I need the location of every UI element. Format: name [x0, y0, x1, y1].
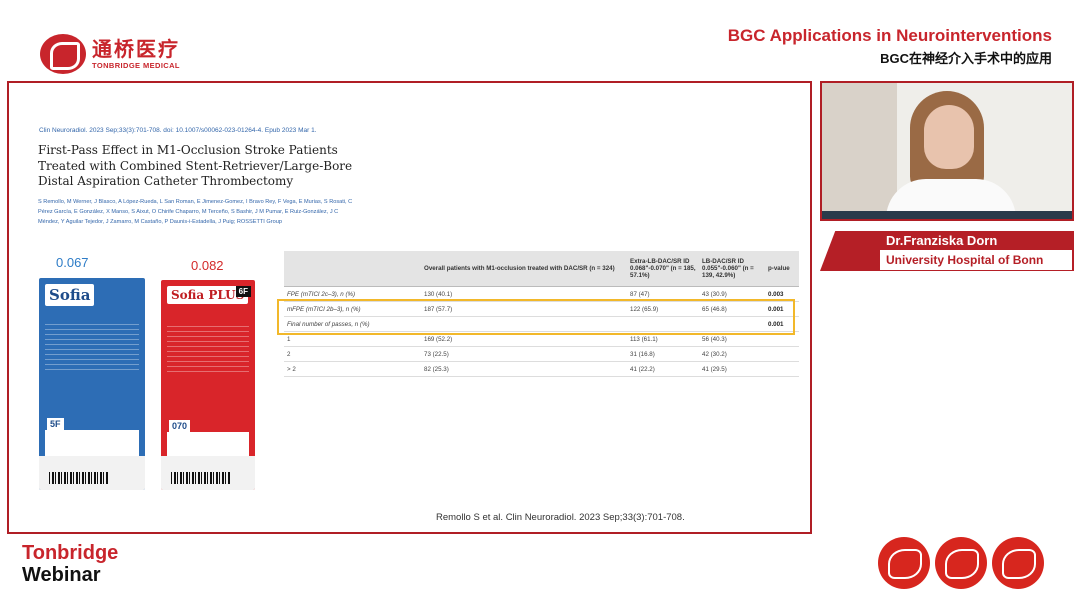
footer-brand-line1: Tonbridge: [22, 542, 119, 564]
table-cell: 130 (40.1): [424, 290, 453, 298]
price-blue: 0.067: [56, 255, 89, 270]
logo-cn: 通桥医疗: [92, 38, 180, 61]
product-tag: 6F: [235, 286, 251, 297]
taskbar: [822, 211, 1072, 219]
label-text-block: [45, 324, 139, 374]
table-cell: > 2: [287, 365, 296, 373]
table-header-cell: p-value: [768, 265, 790, 272]
table-cell: 41 (22.2): [630, 365, 655, 373]
product-size: 070: [169, 420, 191, 432]
speaker-name: Dr.Franziska Dorn: [886, 233, 998, 248]
table-cell: 73 (22.5): [424, 350, 449, 358]
product-badge-icon: [878, 537, 930, 589]
speaker-video: [820, 81, 1074, 221]
webinar-frame: 通桥医疗 TONBRIDGE MEDICAL BGC Applications …: [0, 0, 1080, 607]
price-red: 0.082: [191, 258, 224, 273]
logo-text: 通桥医疗 TONBRIDGE MEDICAL: [92, 39, 180, 70]
table-cell: 1: [287, 335, 291, 343]
speaker-affiliation: University Hospital of Bonn: [886, 253, 1044, 267]
table-header: Overall patients with M1-occlusion treat…: [284, 251, 799, 287]
brand-badge-icon: [992, 537, 1044, 589]
product-box-red: Sofia PLUS 6F 070: [161, 280, 255, 490]
table-cell: 56 (40.3): [702, 335, 727, 343]
table-cell: 113 (61.1): [630, 335, 658, 343]
product-label: [45, 430, 139, 456]
barcode-icon: [171, 472, 231, 484]
author-list: S Remollo, M Werner, J Blasco, A López-R…: [38, 199, 353, 225]
table-header-cell: LB-DAC/SR ID 0.055"-0.060" (n = 139, 42.…: [702, 258, 754, 279]
product-sticker: [39, 456, 145, 490]
table-cell: 82 (25.3): [424, 365, 449, 373]
table-cell: 169 (52.2): [424, 335, 453, 343]
product-logo: Sofia: [45, 284, 95, 306]
tonbridge-logo-icon: [40, 34, 86, 74]
table-cell: 43 (30.9): [702, 290, 727, 298]
table-cell: 42 (30.2): [702, 350, 727, 358]
footer-brand-line2: Webinar: [22, 564, 101, 586]
barcode-icon: [49, 472, 109, 484]
table-row: > 2 82 (25.3) 41 (22.2) 41 (29.5): [284, 362, 799, 377]
table-cell: 87 (47): [630, 290, 650, 298]
tonbridge-logo: 通桥医疗 TONBRIDGE MEDICAL: [40, 34, 180, 74]
footer-brand: Tonbridge Webinar: [22, 542, 118, 586]
highlight-box: [277, 299, 795, 335]
table-cell: 41 (29.5): [702, 365, 727, 373]
label-text-block: [167, 326, 249, 376]
table-cell: 0.003: [768, 290, 784, 298]
paper-title: First-Pass Effect in M1-Occlusion Stroke…: [38, 143, 353, 188]
speaker-face: [924, 105, 974, 169]
product-size: 5F: [47, 418, 64, 430]
table-header-cell: Overall patients with M1-occlusion treat…: [424, 265, 615, 272]
table-row: 2 73 (22.5) 31 (16.8) 42 (30.2): [284, 347, 799, 362]
product-sticker: [161, 456, 255, 490]
citation-bottom: Remollo S et al. Clin Neuroradiol. 2023 …: [436, 512, 685, 523]
product-box-blue: Sofia 5F: [39, 278, 145, 490]
table-cell: 2: [287, 350, 291, 358]
table-header-cell: Extra-LB-DAC/SR ID 0.068"-0.070" (n = 18…: [630, 258, 696, 279]
product-badge-icon: [935, 537, 987, 589]
table-cell: FPE (mTICI 2c–3), n (%): [287, 290, 356, 298]
table-cell: 31 (16.8): [630, 350, 655, 358]
presentation-slide: Clin Neuroradiol. 2023 Sep;33(3):701-708…: [7, 81, 812, 534]
page-title: BGC Applications in Neurointerventions: [727, 26, 1052, 45]
logo-en: TONBRIDGE MEDICAL: [92, 60, 180, 70]
citation-top: Clin Neuroradiol. 2023 Sep;33(3):701-708…: [39, 127, 317, 134]
page-subtitle: BGC在神经介入手术中的应用: [880, 51, 1052, 66]
product-label: [167, 432, 249, 458]
